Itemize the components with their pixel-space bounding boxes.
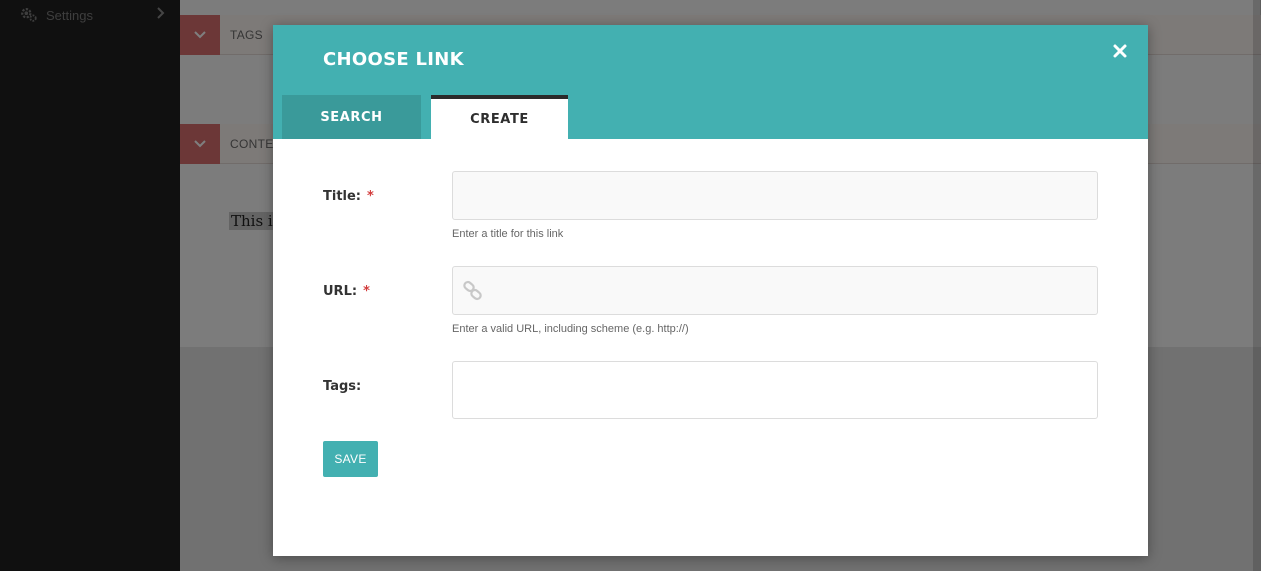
url-form-row: URL: * Enter a valid URL, including schem… <box>323 266 1098 346</box>
tab-create[interactable]: CREATE <box>431 95 568 139</box>
title-form-row: Title: * Enter a title for this link <box>323 171 1098 251</box>
title-input[interactable] <box>453 172 1097 219</box>
tags-form-row: Tags: <box>323 361 1098 419</box>
url-label: URL: * <box>323 284 370 299</box>
choose-link-dialog: CHOOSE LINK SEARCH CREATE Title: * Enter … <box>273 25 1148 556</box>
url-label-text: URL: <box>323 284 358 299</box>
title-field[interactable] <box>452 171 1098 220</box>
title-label-text: Title: <box>323 189 362 204</box>
close-icon[interactable] <box>1112 43 1128 59</box>
tags-label: Tags: <box>323 379 362 394</box>
tab-search[interactable]: SEARCH <box>282 95 421 139</box>
dialog-header: CHOOSE LINK SEARCH CREATE <box>273 25 1148 139</box>
tags-field[interactable] <box>452 361 1098 419</box>
tags-input[interactable] <box>453 362 1097 418</box>
url-field[interactable] <box>452 266 1098 315</box>
title-label: Title: * <box>323 189 374 204</box>
dialog-title: CHOOSE LINK <box>323 49 464 70</box>
scrollbar-track <box>1253 0 1261 571</box>
link-icon <box>463 280 482 301</box>
url-input[interactable] <box>453 267 1097 314</box>
required-marker: * <box>363 284 370 299</box>
required-marker: * <box>367 189 374 204</box>
url-help-text: Enter a valid URL, including scheme (e.g… <box>452 323 689 335</box>
title-help-text: Enter a title for this link <box>452 228 564 240</box>
save-button[interactable]: SAVE <box>323 441 378 477</box>
